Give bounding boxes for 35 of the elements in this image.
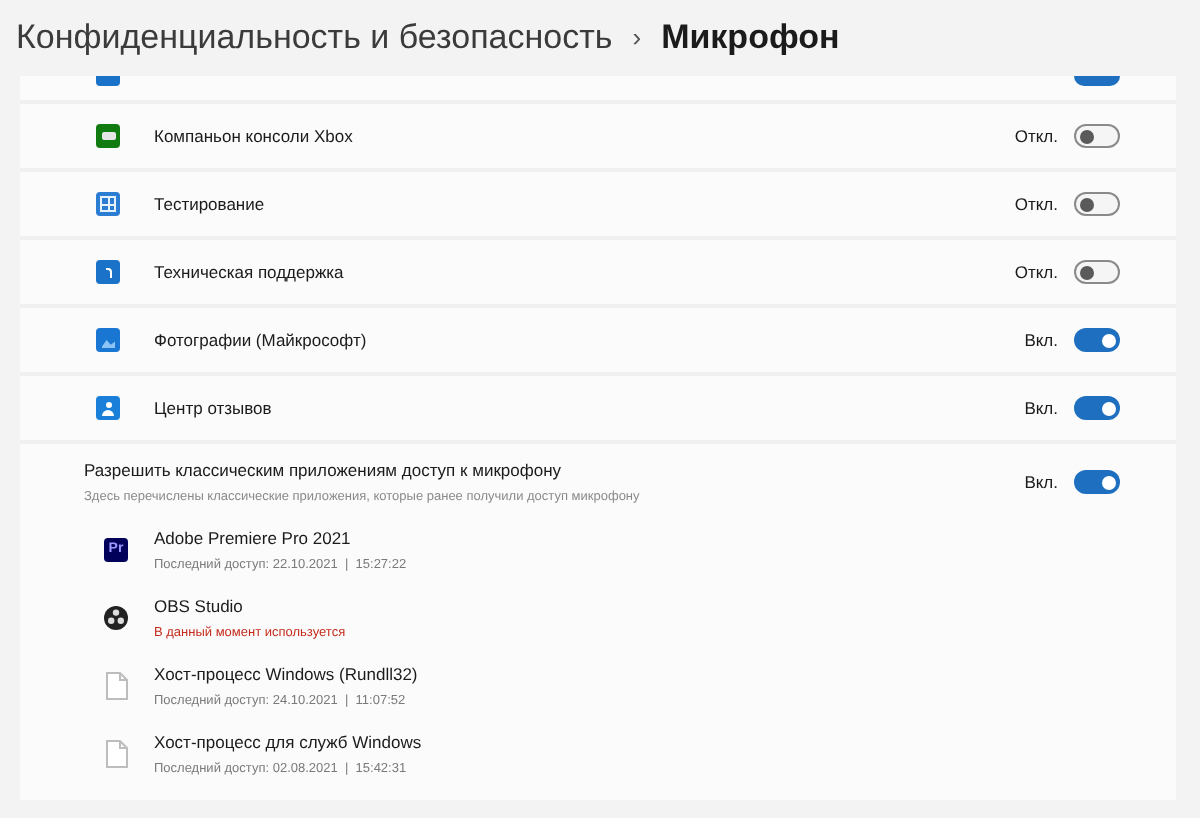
photo-icon (96, 328, 120, 352)
page-title: Микрофон (661, 16, 840, 61)
console-icon (96, 124, 120, 148)
toggle-state-label: Откл. (1014, 191, 1058, 217)
person-icon (96, 396, 120, 420)
toggle-state-label: Откл. (1014, 259, 1058, 285)
app-name: Тестирование (154, 191, 267, 217)
toggle-switch[interactable] (1074, 124, 1120, 148)
toggle-switch[interactable] (1074, 260, 1120, 284)
toggle-switch[interactable] (1074, 328, 1120, 352)
app-name: OBS Studio (154, 593, 245, 619)
toggle-state-label: Вкл. (1024, 327, 1058, 353)
app-name: Техническая поддержка (154, 259, 346, 285)
app-name: Хост-процесс для служб Windows (154, 729, 422, 755)
app-name: Adobe Premiere Pro 2021 (154, 525, 353, 551)
help-icon (96, 260, 120, 284)
document-icon (105, 672, 127, 700)
app-icon (96, 76, 120, 86)
toggle-switch[interactable] (1074, 396, 1120, 420)
app-logo-icon (104, 606, 128, 630)
toggle-state-label: Откл. (1014, 123, 1058, 149)
toggle-switch[interactable] (1074, 470, 1120, 494)
app-name: Хост-процесс Windows (Rundll32) (154, 661, 418, 687)
toggle-state-label: Вкл. (1024, 395, 1058, 421)
checklist-icon (96, 192, 120, 216)
toggle-state-label: Вкл. (1024, 469, 1058, 495)
breadcrumb-link[interactable]: Конфиденциальность и безопасность (16, 12, 613, 64)
toggle-switch[interactable] (1074, 192, 1120, 216)
app-name: Центр отзывов (154, 395, 274, 421)
app-name: Компаньон консоли Xbox (154, 123, 355, 149)
toggle-switch[interactable] (1074, 76, 1120, 86)
app-name: Фотографии (Майкрософт) (154, 327, 369, 353)
section-title: Разрешить классическим приложениям доступ к микрофону (84, 457, 564, 483)
breadcrumb-separator: › (632, 20, 642, 57)
document-icon (105, 740, 127, 768)
